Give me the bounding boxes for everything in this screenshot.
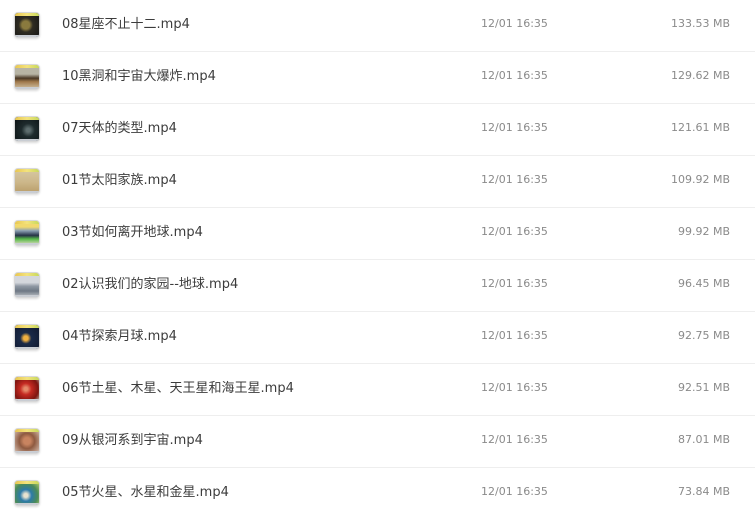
video-thumbnail-icon[interactable] — [14, 324, 40, 350]
file-size: 109.92 MB — [670, 173, 730, 186]
file-row[interactable]: 08星座不止十二.mp4 12/01 16:35 133.53 MB — [0, 0, 755, 52]
file-row[interactable]: 04节探索月球.mp4 12/01 16:35 92.75 MB — [0, 312, 755, 364]
file-modified-time: 12/01 16:35 — [481, 17, 548, 30]
file-size: 133.53 MB — [670, 17, 730, 30]
file-row[interactable]: 06节土星、木星、天王星和海王星.mp4 12/01 16:35 92.51 M… — [0, 364, 755, 416]
video-thumbnail-icon[interactable] — [14, 116, 40, 142]
file-name[interactable]: 06节土星、木星、天王星和海王星.mp4 — [62, 378, 294, 400]
file-name[interactable]: 10黑洞和宇宙大爆炸.mp4 — [62, 66, 216, 88]
file-row[interactable]: 03节如何离开地球.mp4 12/01 16:35 99.92 MB — [0, 208, 755, 260]
file-name[interactable]: 01节太阳家族.mp4 — [62, 170, 177, 192]
file-size: 73.84 MB — [677, 485, 730, 498]
file-size: 121.61 MB — [670, 121, 730, 134]
file-size: 129.62 MB — [670, 69, 730, 82]
video-thumbnail-icon[interactable] — [14, 168, 40, 194]
file-name[interactable]: 08星座不止十二.mp4 — [62, 14, 190, 36]
video-thumbnail-icon[interactable] — [14, 376, 40, 402]
video-thumbnail-icon[interactable] — [14, 64, 40, 90]
file-modified-time: 12/01 16:35 — [481, 277, 548, 290]
file-modified-time: 12/01 16:35 — [481, 225, 548, 238]
video-thumbnail-icon[interactable] — [14, 480, 40, 506]
file-name[interactable]: 09从银河系到宇宙.mp4 — [62, 430, 203, 452]
file-name[interactable]: 02认识我们的家园--地球.mp4 — [62, 274, 238, 296]
video-thumbnail-icon[interactable] — [14, 428, 40, 454]
file-name[interactable]: 05节火星、水星和金星.mp4 — [62, 482, 229, 504]
file-row[interactable]: 02认识我们的家园--地球.mp4 12/01 16:35 96.45 MB — [0, 260, 755, 312]
file-row[interactable]: 10黑洞和宇宙大爆炸.mp4 12/01 16:35 129.62 MB — [0, 52, 755, 104]
file-size: 99.92 MB — [677, 225, 730, 238]
file-modified-time: 12/01 16:35 — [481, 121, 548, 134]
file-modified-time: 12/01 16:35 — [481, 173, 548, 186]
file-name[interactable]: 03节如何离开地球.mp4 — [62, 222, 203, 244]
file-modified-time: 12/01 16:35 — [481, 485, 548, 498]
file-row[interactable]: 07天体的类型.mp4 12/01 16:35 121.61 MB — [0, 104, 755, 156]
file-modified-time: 12/01 16:35 — [481, 69, 548, 82]
file-list: 08星座不止十二.mp4 12/01 16:35 133.53 MB 10黑洞和… — [0, 0, 755, 515]
file-row[interactable]: 01节太阳家族.mp4 12/01 16:35 109.92 MB — [0, 156, 755, 208]
video-thumbnail-icon[interactable] — [14, 12, 40, 38]
file-size: 87.01 MB — [677, 433, 730, 446]
file-row[interactable]: 05节火星、水星和金星.mp4 12/01 16:35 73.84 MB — [0, 468, 755, 515]
file-row[interactable]: 09从银河系到宇宙.mp4 12/01 16:35 87.01 MB — [0, 416, 755, 468]
file-modified-time: 12/01 16:35 — [481, 433, 548, 446]
video-thumbnail-icon[interactable] — [14, 272, 40, 298]
file-size: 92.75 MB — [677, 329, 730, 342]
file-name[interactable]: 04节探索月球.mp4 — [62, 326, 177, 348]
file-name[interactable]: 07天体的类型.mp4 — [62, 118, 177, 140]
file-modified-time: 12/01 16:35 — [481, 329, 548, 342]
file-size: 96.45 MB — [677, 277, 730, 290]
file-size: 92.51 MB — [677, 381, 730, 394]
video-thumbnail-icon[interactable] — [14, 220, 40, 246]
file-modified-time: 12/01 16:35 — [481, 381, 548, 394]
